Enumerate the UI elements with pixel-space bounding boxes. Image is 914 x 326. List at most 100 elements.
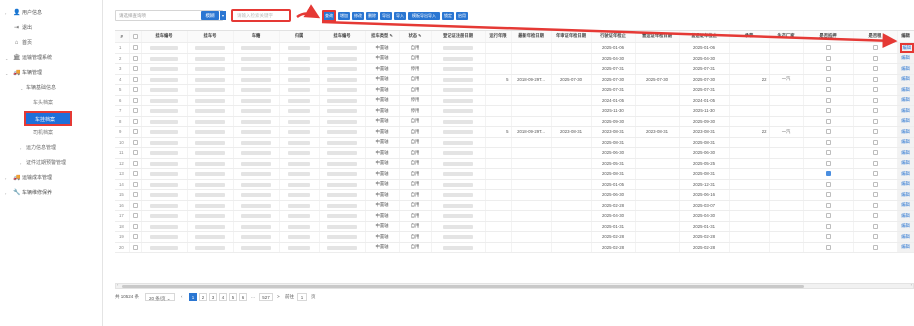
page-last-button[interactable]: 527	[259, 293, 273, 301]
edit-cell[interactable]: 编辑	[897, 200, 914, 211]
rent-cell[interactable]	[853, 200, 898, 211]
edit-row-button[interactable]: 编辑	[901, 118, 910, 123]
table-row[interactable]: 17 中置轴 自用 2025-04-30 2025-04-30 编辑	[115, 210, 914, 222]
edit-row-button[interactable]: 编辑	[901, 160, 910, 165]
row-checkbox[interactable]	[129, 200, 142, 211]
sidebar-item-transport-cost[interactable]: › 🚚 运输成本管理	[0, 171, 102, 186]
edit-cell[interactable]: 编辑	[897, 63, 914, 75]
checkbox[interactable]	[132, 139, 138, 145]
sidebar-item-capacity-info[interactable]: › 运力信息管理	[0, 141, 102, 156]
sidebar-item-home[interactable]: ⌂ 首页	[0, 36, 102, 51]
checkbox[interactable]	[132, 244, 138, 250]
row-checkbox[interactable]	[129, 95, 142, 106]
row-checkbox[interactable]	[129, 42, 142, 54]
edit-cell[interactable]: 编辑	[897, 126, 914, 138]
row-checkbox[interactable]	[129, 242, 142, 253]
export-button[interactable]: 导出	[380, 12, 392, 20]
edit-row-button[interactable]: 编辑	[901, 213, 910, 218]
row-checkbox[interactable]	[129, 221, 142, 232]
row-checkbox[interactable]	[129, 179, 142, 190]
sidebar-item-logout[interactable]: ⇥ 退出	[0, 21, 102, 36]
page-4-button[interactable]: 4	[219, 293, 227, 301]
table-row[interactable]: 14 中置轴 自用 2025-01-05 2025-12-31 编辑	[115, 179, 914, 190]
rent-checkbox[interactable]	[872, 192, 878, 198]
checkbox[interactable]	[132, 108, 138, 114]
mortgage-checkbox[interactable]	[825, 76, 831, 82]
mortgage-checkbox[interactable]	[825, 139, 831, 145]
edit-row-button[interactable]: 编辑	[901, 202, 910, 207]
rent-checkbox[interactable]	[872, 213, 878, 219]
mortgage-checkbox[interactable]	[825, 181, 831, 187]
checkbox[interactable]	[132, 150, 138, 156]
table-row[interactable]: 19 中置轴 自用 2025-02-28 2025-02-28 编辑	[115, 231, 914, 243]
checkbox[interactable]	[132, 160, 138, 166]
mortgage-checkbox[interactable]	[825, 45, 831, 51]
mortgage-checkbox[interactable]	[825, 108, 831, 114]
mortgage-cell[interactable]	[803, 84, 854, 96]
edit-row-button[interactable]: 编辑	[901, 87, 910, 92]
row-checkbox[interactable]	[129, 126, 142, 138]
rent-cell[interactable]	[853, 63, 898, 75]
table-row[interactable]: 4 中置轴 自用 5 2018-09-29T... 2025-07-30 2025-07-3…	[115, 74, 914, 85]
edit-row-button[interactable]: 编辑	[901, 234, 910, 239]
edit-row-button[interactable]: 编辑	[901, 192, 910, 197]
rent-cell[interactable]	[853, 189, 898, 201]
page-3-button[interactable]: 3	[209, 293, 217, 301]
page-size-select[interactable]: 20 条/页 ⌄	[145, 293, 175, 301]
rent-checkbox[interactable]	[872, 181, 878, 187]
query-button[interactable]: 查询	[322, 10, 336, 22]
mortgage-checkbox[interactable]	[825, 202, 831, 208]
edit-cell[interactable]: 编辑	[897, 105, 914, 117]
mortgage-cell[interactable]	[803, 105, 854, 117]
row-checkbox[interactable]	[129, 147, 142, 159]
row-checkbox[interactable]	[129, 74, 142, 85]
mortgage-checkbox[interactable]	[825, 160, 831, 166]
rent-cell[interactable]	[853, 168, 898, 180]
checkbox[interactable]	[132, 129, 138, 135]
mortgage-checkbox[interactable]	[825, 97, 831, 103]
table-row[interactable]: 1 中置轴 自用 2025-01-06 2025-01-06 编辑	[115, 42, 914, 54]
rent-checkbox[interactable]	[872, 66, 878, 72]
sidebar-item-cert-expiry-warning[interactable]: › 证件过期预警管理	[0, 156, 102, 171]
rent-checkbox[interactable]	[872, 108, 878, 114]
checkbox[interactable]	[132, 171, 138, 177]
checkbox[interactable]	[132, 202, 138, 208]
rent-cell[interactable]	[853, 74, 898, 85]
mortgage-cell[interactable]	[803, 137, 854, 148]
edit-cell[interactable]: 编辑	[897, 53, 914, 64]
edit-row-button[interactable]: 编辑	[901, 108, 910, 113]
page-1-button[interactable]: 1	[189, 293, 197, 301]
rent-cell[interactable]	[853, 242, 898, 253]
prev-page-button[interactable]: ‹	[181, 292, 183, 302]
sidebar-item-transport-system[interactable]: ⌄ 🏛 运输管理系统	[0, 51, 102, 66]
checkbox[interactable]	[132, 66, 138, 72]
edit-button[interactable]: 修改	[352, 12, 364, 20]
mortgage-cell[interactable]	[803, 42, 854, 54]
page-5-button[interactable]: 5	[229, 293, 237, 301]
mortgage-checkbox[interactable]	[825, 244, 831, 250]
table-row[interactable]: 11 中置轴 自用 2025-06-30 2025-06-30 编辑	[115, 147, 914, 159]
import-button[interactable]: 导入	[394, 12, 406, 20]
rent-cell[interactable]	[853, 42, 898, 54]
edit-cell[interactable]: 编辑	[897, 84, 914, 96]
goto-page-input[interactable]: 1	[297, 293, 307, 301]
edit-cell[interactable]: 编辑	[897, 158, 914, 169]
edit-row-button[interactable]: 编辑	[901, 139, 910, 144]
enable-button[interactable]: 启用	[456, 12, 468, 20]
row-checkbox[interactable]	[129, 84, 142, 96]
mortgage-cell[interactable]	[803, 116, 854, 127]
scrollbar-thumb[interactable]	[122, 285, 804, 288]
table-row[interactable]: 7 中置轴 停用 2025-11-30 2025-11-30 编辑	[115, 105, 914, 117]
checkbox[interactable]	[132, 33, 138, 39]
rent-cell[interactable]	[853, 179, 898, 190]
mortgage-cell[interactable]	[803, 158, 854, 169]
rent-checkbox[interactable]	[872, 97, 878, 103]
rent-cell[interactable]	[853, 137, 898, 148]
sidebar-item-vehicle-basic-info[interactable]: ⌄ 车辆基础信息	[0, 81, 102, 96]
edit-cell[interactable]: 编辑	[897, 116, 914, 127]
row-checkbox[interactable]	[129, 63, 142, 75]
edit-cell[interactable]: 编辑	[897, 147, 914, 159]
mortgage-cell[interactable]	[803, 147, 854, 159]
table-row[interactable]: 16 中置轴 自用 2025-02-28 2025-03-07 编辑	[115, 200, 914, 211]
mortgage-cell[interactable]	[803, 74, 854, 85]
